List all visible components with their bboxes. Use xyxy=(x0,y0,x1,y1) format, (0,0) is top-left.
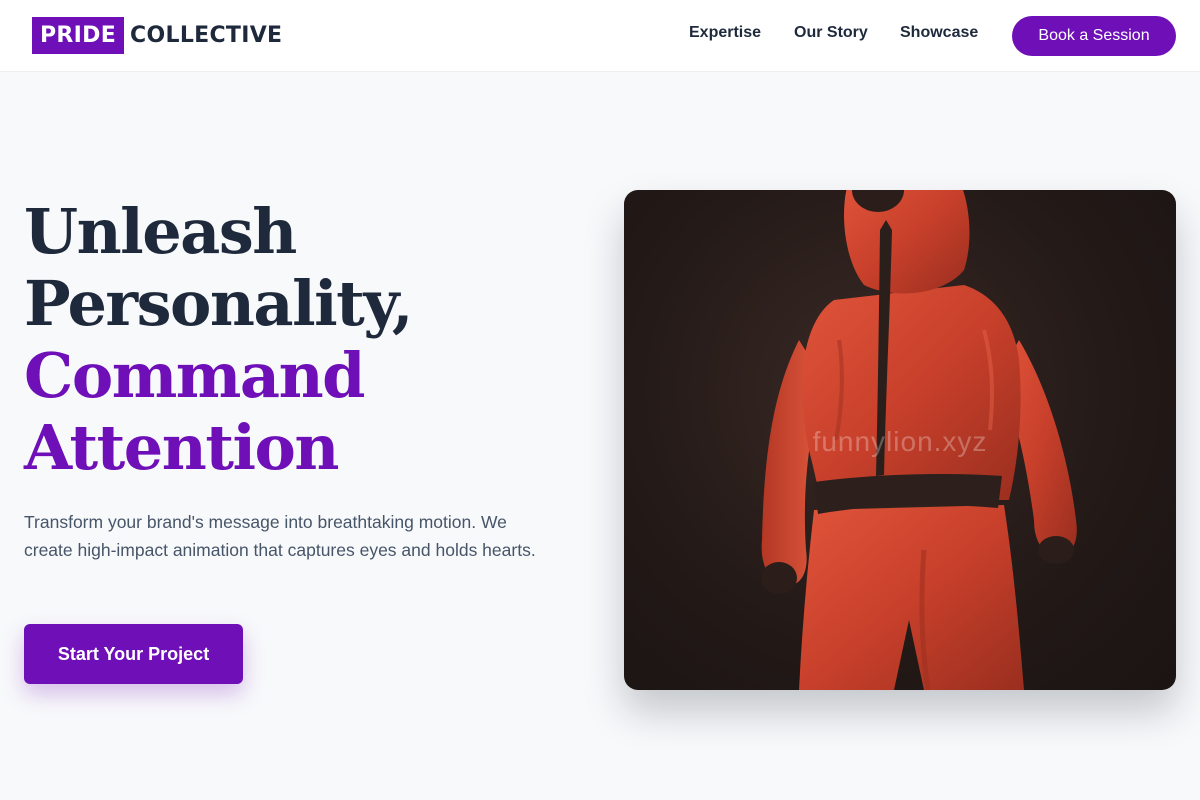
nav-link-our-story[interactable]: Our Story xyxy=(794,24,868,42)
nav-link-expertise[interactable]: Expertise xyxy=(689,24,761,42)
red-suit-figure-illustration xyxy=(761,190,1077,690)
nav-link-showcase[interactable]: Showcase xyxy=(900,24,978,42)
site-header: PRIDE COLLECTIVE Expertise Our Story Sho… xyxy=(0,0,1200,72)
hero-image: funnylion.xyz xyxy=(624,190,1176,690)
hero-title: Unleash Personality, Command Attention xyxy=(24,196,584,484)
logo-highlight: PRIDE xyxy=(32,17,125,54)
hero-title-line-4: Attention xyxy=(24,411,339,484)
logo-text: COLLECTIVE xyxy=(130,23,283,48)
hero-title-line-2: Personality, xyxy=(24,267,414,340)
start-project-button[interactable]: Start Your Project xyxy=(24,624,243,684)
book-session-button[interactable]: Book a Session xyxy=(1012,16,1176,56)
hero-subtitle: Transform your brand's message into brea… xyxy=(24,512,536,560)
hero-title-line-1: Unleash xyxy=(24,195,297,268)
logo[interactable]: PRIDE COLLECTIVE xyxy=(32,17,282,54)
hero-title-line-3: Command xyxy=(24,339,366,412)
